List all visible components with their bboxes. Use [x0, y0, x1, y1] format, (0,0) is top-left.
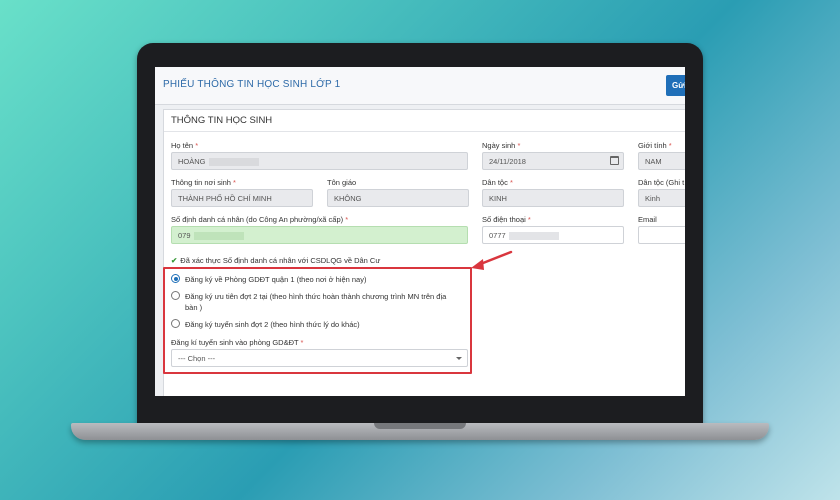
gioi-tinh-label: Giới tính *: [638, 141, 672, 150]
ton-giao-field[interactable]: KHÔNG: [327, 189, 469, 207]
dan-toc-field[interactable]: KINH: [482, 189, 624, 207]
laptop-notch: [374, 423, 466, 429]
ton-giao-label: Tôn giáo: [327, 178, 357, 187]
ho-ten-field[interactable]: HOÀNG: [171, 152, 468, 170]
dan-toc-label: Dân tộc *: [482, 178, 513, 187]
send-button[interactable]: Gửi: [666, 75, 685, 96]
so-dinh-danh-label: Số định danh cá nhân (do Công An phường/…: [171, 215, 349, 224]
ho-ten-label: Họ tên *: [171, 141, 199, 150]
noi-sinh-field[interactable]: THÀNH PHỐ HỒ CHÍ MINH: [171, 189, 313, 207]
highlight-box: [163, 267, 472, 374]
noi-sinh-label: Thông tin nơi sinh *: [171, 178, 236, 187]
check-icon: ✔: [171, 256, 178, 265]
calendar-icon[interactable]: [610, 156, 619, 165]
so-dien-thoai-label: Số điện thoại *: [482, 215, 531, 224]
page-header: PHIẾU THÔNG TIN HỌC SINH LỚP 1 Gửi: [155, 67, 685, 105]
dan-toc-ghi-field[interactable]: Kinh: [638, 189, 685, 207]
ngay-sinh-label: Ngày sinh *: [482, 141, 521, 150]
page-title: PHIẾU THÔNG TIN HỌC SINH LỚP 1: [163, 79, 341, 90]
email-field[interactable]: [638, 226, 685, 244]
section-title: THÔNG TIN HỌC SINH: [164, 110, 685, 132]
verified-status: ✔ Đã xác thực Số định danh cá nhân với CS…: [171, 256, 381, 265]
ngay-sinh-field[interactable]: 24/11/2018: [482, 152, 624, 170]
so-dien-thoai-field[interactable]: 0777: [482, 226, 624, 244]
gioi-tinh-field[interactable]: NAM: [638, 152, 685, 170]
dan-toc-ghi-label: Dân tộc (Ghi t: [638, 178, 685, 187]
so-dinh-danh-field[interactable]: 079: [171, 226, 468, 244]
email-label: Email: [638, 215, 657, 224]
